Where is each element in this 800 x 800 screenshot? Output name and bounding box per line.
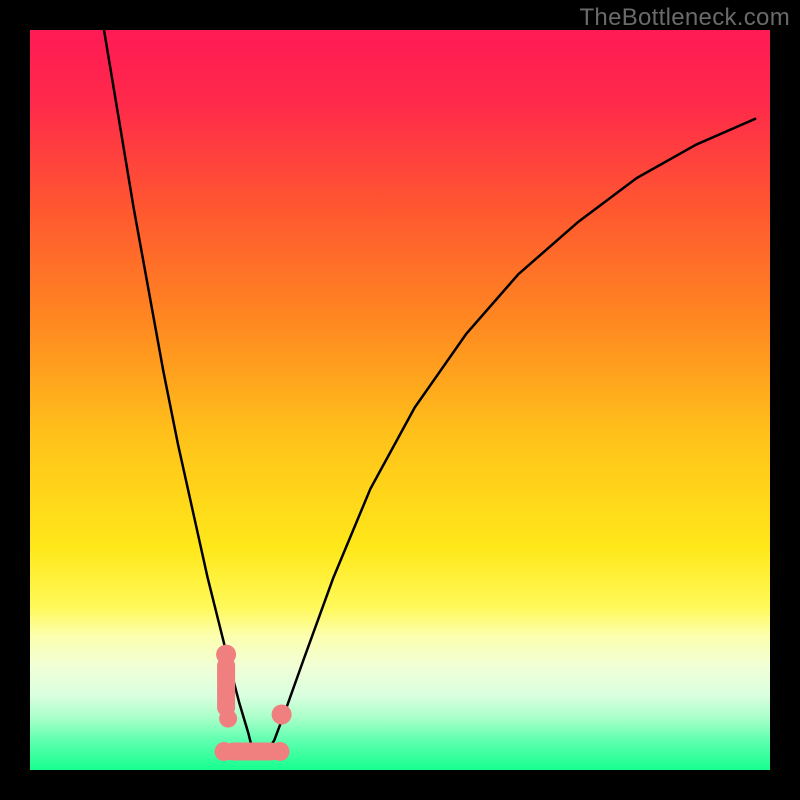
watermark-label: TheBottleneck.com [579,4,790,32]
marker-layer [215,645,292,761]
bottleneck-curve [104,30,755,755]
gpu-region-marker [272,705,292,725]
cpu-region-marker [216,645,237,728]
curve-layer [30,30,770,770]
chart-frame: TheBottleneck.com [0,0,800,800]
plot-area [30,30,770,770]
